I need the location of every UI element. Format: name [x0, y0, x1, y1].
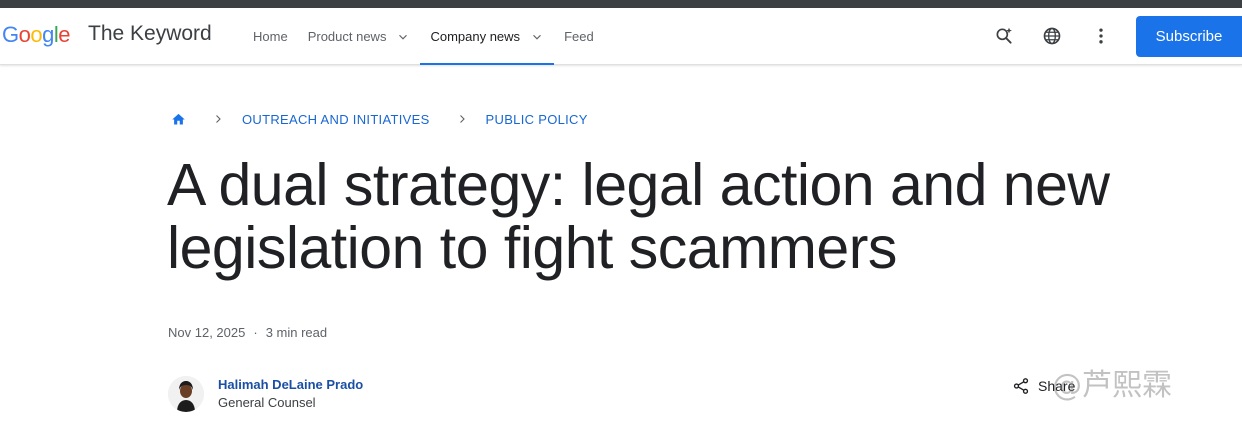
logo-letter: o [30, 22, 43, 47]
share-icon [1013, 378, 1029, 394]
nav-feed-label: Feed [564, 29, 594, 44]
author-role: General Counsel [218, 395, 316, 410]
author-name[interactable]: Halimah DeLaine Prado [218, 376, 363, 394]
nav-company-news-label: Company news [430, 29, 521, 44]
search-sparkle-icon [996, 27, 1012, 44]
watermark: @芦熙霖 [1052, 368, 1172, 403]
site-header: Google The Keyword Home Product news Com… [0, 8, 1242, 65]
article-title-line1: A dual strategy: legal action and new [167, 152, 1110, 218]
nav-home[interactable]: Home [243, 8, 298, 65]
meta-separator: · [253, 325, 258, 340]
nav-company-news[interactable]: Company news [420, 8, 554, 65]
logo-letter: g [42, 22, 54, 47]
breadcrumb-outreach[interactable]: OUTREACH AND INITIATIVES [242, 112, 430, 127]
chevron-right-icon [216, 115, 221, 123]
author-block: Halimah DeLaine Prado General Counsel [168, 376, 363, 412]
language-button[interactable] [1038, 22, 1066, 50]
main-nav: Home Product news Company news Feed [243, 8, 604, 65]
more-vert-icon [1099, 28, 1103, 44]
more-options-button[interactable] [1087, 22, 1115, 50]
site-title[interactable]: The Keyword [88, 22, 212, 46]
chevron-right-icon [459, 115, 465, 123]
logo-letter: e [58, 22, 71, 47]
chevron-down-icon [399, 34, 408, 40]
globe-icon [1043, 27, 1061, 45]
browser-top-strip [0, 0, 1242, 8]
subscribe-button[interactable]: Subscribe [1136, 16, 1242, 57]
chevron-down-icon [533, 34, 541, 40]
nav-home-label: Home [253, 29, 288, 44]
breadcrumb-public-policy[interactable]: PUBLIC POLICY [486, 112, 588, 127]
nav-product-news[interactable]: Product news [298, 8, 421, 65]
article-title: A dual strategy: legal action and new le… [167, 154, 1167, 280]
google-logo[interactable]: Google [2, 22, 71, 48]
nav-product-news-label: Product news [307, 29, 387, 44]
home-icon[interactable] [171, 112, 186, 127]
nav-feed[interactable]: Feed [554, 8, 604, 65]
read-time: 3 min read [265, 325, 328, 340]
publish-date: Nov 12, 2025 [168, 325, 246, 340]
search-button[interactable] [990, 22, 1018, 50]
avatar[interactable] [168, 376, 204, 412]
breadcrumb: OUTREACH AND INITIATIVES PUBLIC POLICY [171, 110, 588, 128]
logo-letter: G [2, 22, 19, 47]
article-title-line2: legislation to fight scammers [167, 215, 897, 281]
article-meta: Nov 12, 2025 · 3 min read [168, 325, 327, 340]
logo-letter: o [18, 22, 31, 47]
